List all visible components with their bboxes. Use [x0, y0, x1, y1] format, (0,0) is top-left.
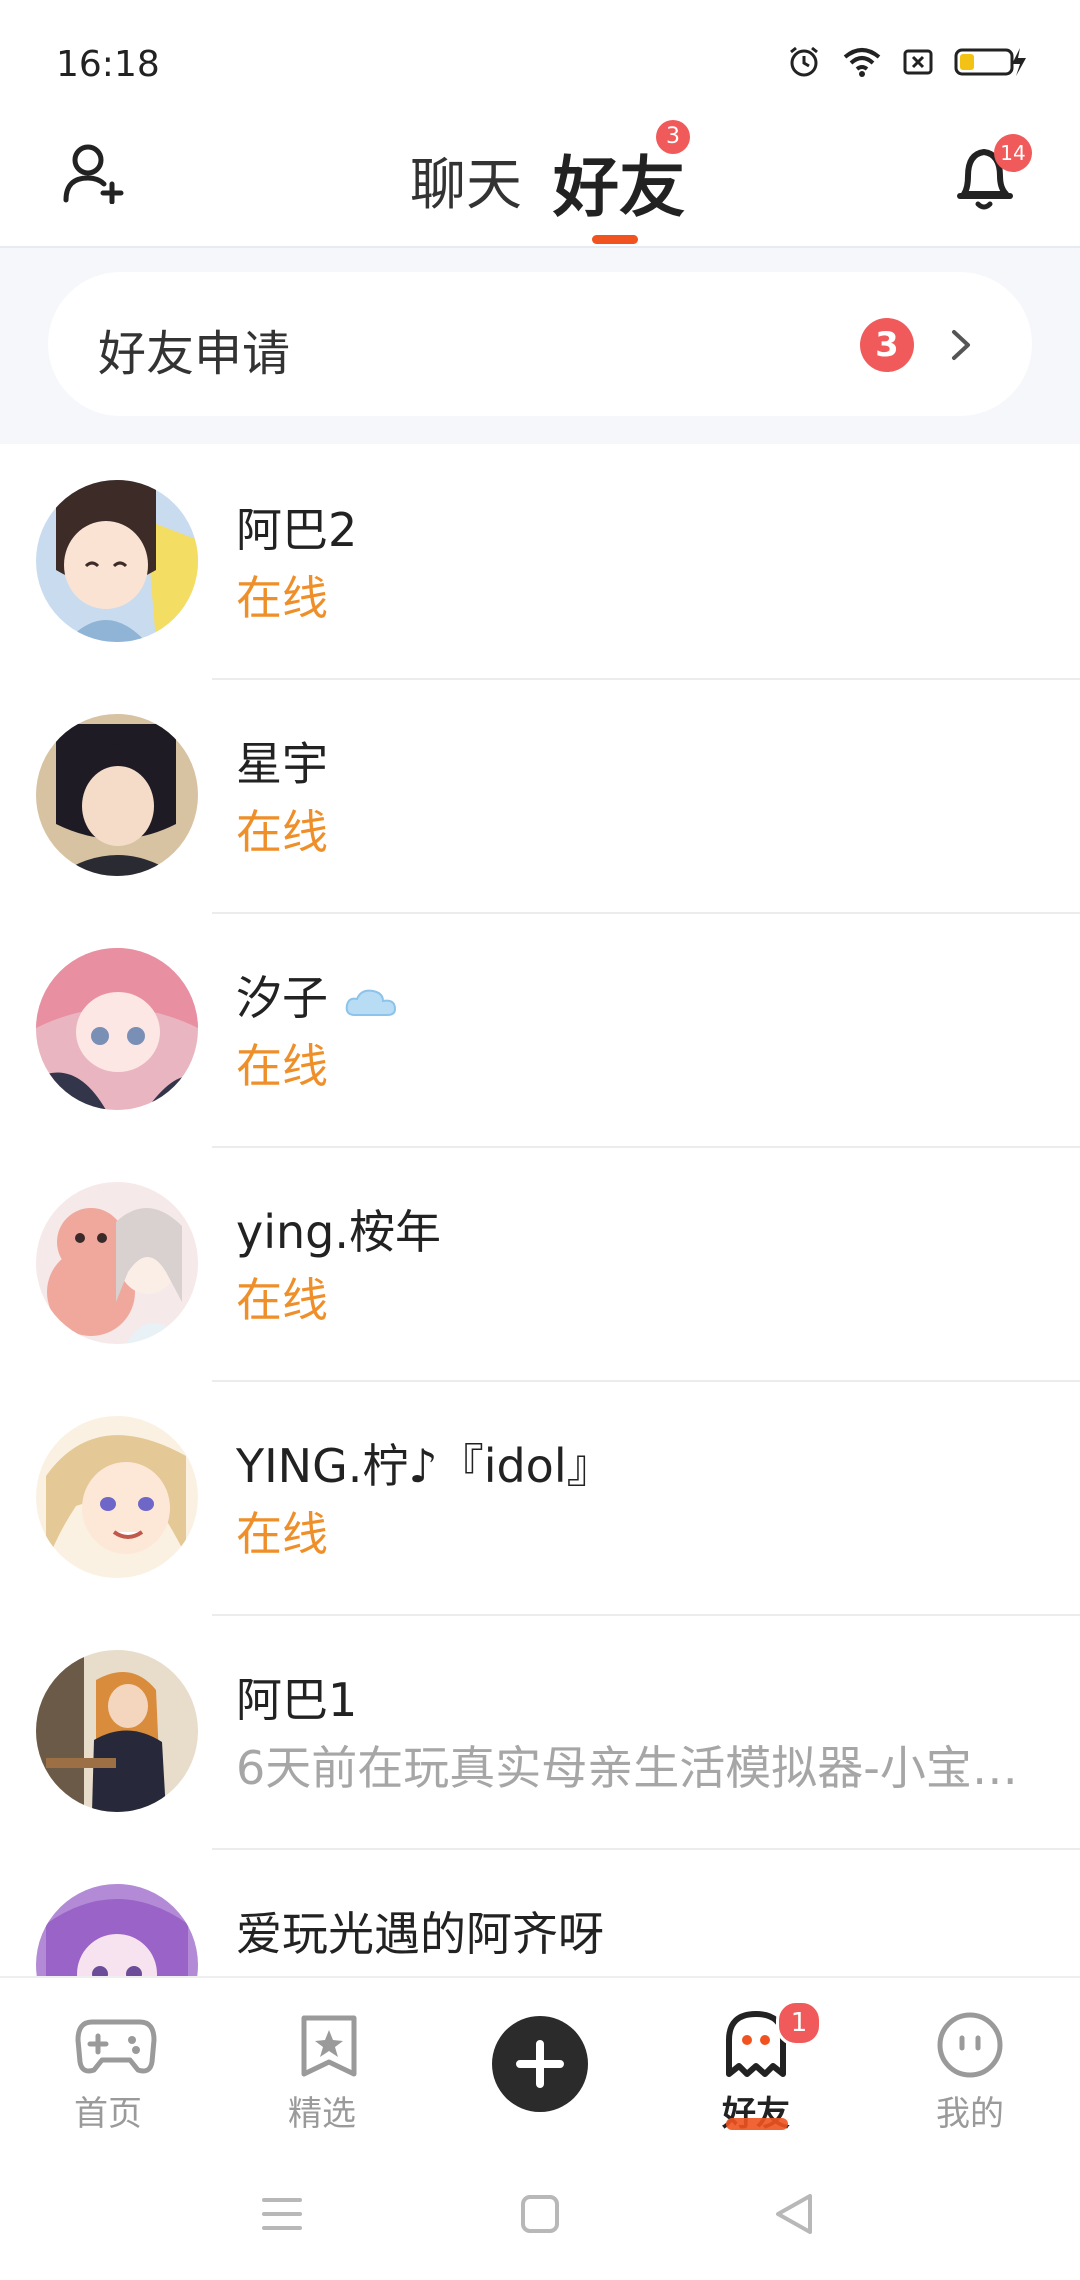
friend-status: 在线 — [236, 571, 328, 625]
friend-name: YING.柠♪『idol』 — [236, 1439, 613, 1493]
friend-row[interactable]: 汐子 在线 — [0, 914, 1080, 1148]
friend-status: 在线 — [236, 805, 328, 859]
active-tab-indicator — [592, 235, 638, 244]
nav-home[interactable]: 首页 — [8, 1978, 208, 2150]
notification-badge: 14 — [994, 134, 1032, 172]
friend-row[interactable]: 星宇 在线 — [0, 680, 1080, 914]
status-icons — [786, 44, 1028, 80]
nav-profile-label: 我的 — [936, 2094, 1004, 2134]
battery-charging-icon — [954, 48, 1026, 76]
friend-name: 阿巴2 — [236, 503, 358, 557]
tab-friends-badge: 3 — [656, 120, 690, 154]
avatar — [36, 948, 198, 1110]
avatar — [36, 480, 198, 642]
create-post-button[interactable] — [492, 2016, 588, 2112]
avatar — [36, 1650, 198, 1812]
friend-row[interactable]: YING.柠♪『idol』 在线 — [0, 1382, 1080, 1616]
friend-list: 阿巴2 在线 星宇 在线 汐子 在线 ying.桉年 在线 YING.柠♪『id… — [0, 446, 1080, 1976]
gamepad-icon — [75, 2019, 157, 2074]
friend-status: 在线 — [236, 1039, 328, 1093]
add-friend-icon[interactable] — [62, 140, 126, 204]
top-header: 聊天 好友 3 14 — [0, 110, 1080, 248]
home-square-icon[interactable] — [520, 2194, 560, 2234]
friend-status: 在线 — [236, 1273, 328, 1327]
avatar — [36, 714, 198, 876]
friend-name: 爱玩光遇的阿齐呀 — [236, 1907, 604, 1961]
bottom-nav: 首页 精选 1 好友 我的 — [0, 1976, 1080, 2150]
avatar — [36, 1416, 198, 1578]
alarm-icon — [790, 46, 818, 77]
nav-friends[interactable]: 1 好友 — [656, 1978, 856, 2150]
nav-featured-label: 精选 — [288, 2094, 356, 2134]
friend-name: ying.桉年 — [236, 1205, 441, 1259]
friend-row[interactable]: ying.桉年 在线 — [0, 1148, 1080, 1382]
plus-icon — [516, 2040, 564, 2088]
avatar — [36, 1182, 198, 1344]
status-time: 16:18 — [56, 44, 160, 85]
friend-request-label: 好友申请 — [98, 326, 291, 382]
menu-icon[interactable] — [262, 2196, 302, 2232]
face-icon — [937, 2012, 1003, 2078]
nav-home-label: 首页 — [74, 2094, 142, 2134]
active-nav-indicator — [726, 2118, 788, 2130]
back-triangle-icon[interactable] — [774, 2192, 814, 2236]
system-nav-bar — [0, 2150, 1080, 2280]
friend-request-count-badge: 3 — [860, 318, 914, 372]
nav-friends-badge: 1 — [776, 2000, 822, 2046]
friend-name: 汐子 — [236, 962, 399, 1028]
nav-featured[interactable]: 精选 — [222, 1978, 422, 2150]
friend-row[interactable]: 爱玩光遇的阿齐呀 — [0, 1850, 1080, 1976]
friend-last-played: 6天前在玩真实母亲生活模拟器-小宝… — [236, 1741, 1018, 1795]
friend-status: 在线 — [236, 1507, 328, 1561]
friend-name: 星宇 — [236, 737, 328, 791]
chevron-right-icon — [952, 330, 970, 360]
status-bar: 16:18 — [0, 0, 1080, 110]
friend-name-text: 汐子 — [236, 971, 328, 1025]
friend-row[interactable]: 阿巴1 6天前在玩真实母亲生活模拟器-小宝… — [0, 1616, 1080, 1850]
friend-row[interactable]: 阿巴2 在线 — [0, 446, 1080, 680]
friend-name: 阿巴1 — [236, 1673, 358, 1727]
nav-profile[interactable]: 我的 — [870, 1978, 1070, 2150]
sim-off-icon — [903, 49, 933, 75]
friend-request-button[interactable]: 好友申请 3 — [48, 272, 1032, 416]
star-bookmark-icon — [301, 2015, 357, 2077]
wifi-icon — [843, 48, 881, 77]
cloud-icon — [345, 989, 396, 1016]
avatar — [36, 1884, 198, 1976]
tab-chat[interactable]: 聊天 — [410, 140, 522, 221]
